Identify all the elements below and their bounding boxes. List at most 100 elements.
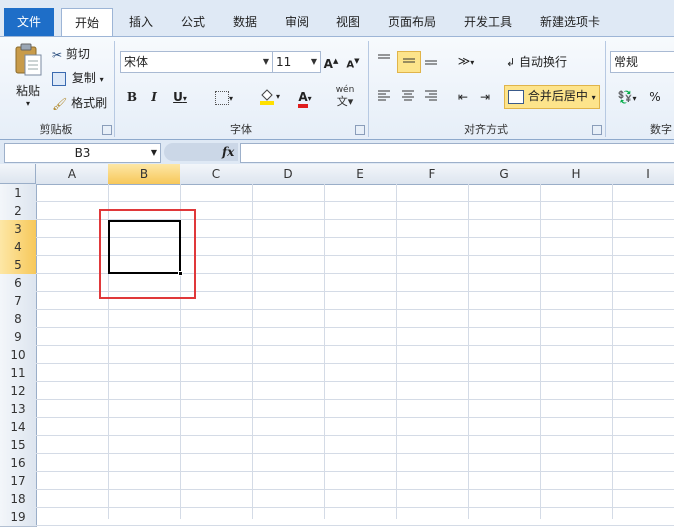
tab-page-layout[interactable]: 页面布局: [378, 8, 446, 36]
gridline: [36, 345, 674, 346]
row-header-17[interactable]: 17: [0, 472, 37, 491]
chevron-down-icon: ▾: [470, 58, 475, 67]
cut-button[interactable]: ✂ 剪切: [52, 45, 90, 62]
select-all-corner[interactable]: [0, 164, 36, 184]
fill-color-button[interactable]: ▾: [254, 87, 284, 107]
row-header-9[interactable]: 9: [0, 328, 37, 347]
accounting-format-button[interactable]: 💱▾: [612, 87, 642, 107]
tab-new[interactable]: 新建选项卡: [530, 8, 610, 36]
italic-button[interactable]: I: [146, 87, 162, 107]
row-header-8[interactable]: 8: [0, 310, 37, 329]
paste-button[interactable]: 粘贴 ▾: [10, 43, 46, 113]
row-header-13[interactable]: 13: [0, 400, 37, 419]
font-launcher-icon[interactable]: [355, 125, 365, 135]
row-header-14[interactable]: 14: [0, 418, 37, 437]
row-header-5[interactable]: 5: [0, 256, 37, 275]
chevron-down-icon: ▾: [591, 93, 596, 102]
column-header-h[interactable]: H: [540, 164, 613, 185]
underline-button[interactable]: U▾: [168, 87, 192, 107]
font-group-label: 字体: [230, 123, 252, 136]
fx-button[interactable]: fx: [222, 143, 234, 161]
row-header-7[interactable]: 7: [0, 292, 37, 311]
column-header-c[interactable]: C: [180, 164, 253, 185]
percent-button[interactable]: %: [646, 87, 664, 107]
grow-font-button[interactable]: A▲: [322, 51, 340, 71]
align-bottom-button[interactable]: [422, 51, 440, 71]
ribbon-home: 粘贴 ▾ ✂ 剪切 复制 ▾ 🖌 格式刷 剪贴板 宋体 ▼ 11 ▼ A▲ A▼ B…: [0, 36, 674, 140]
column-header-f[interactable]: F: [396, 164, 469, 185]
shrink-font-button[interactable]: A▼: [344, 51, 362, 71]
tab-insert[interactable]: 插入: [116, 8, 166, 36]
orientation-button[interactable]: ≫▾: [452, 51, 480, 71]
copy-button[interactable]: 复制 ▾: [52, 69, 104, 86]
row-header-11[interactable]: 11: [0, 364, 37, 383]
borders-button[interactable]: ▾: [210, 87, 238, 107]
indent-icon: ⇥: [479, 90, 491, 104]
title-strip: [0, 0, 674, 8]
align-top-button[interactable]: [375, 51, 393, 71]
align-middle-icon: [403, 58, 415, 63]
cut-label: 剪切: [65, 47, 90, 61]
phonetic-button[interactable]: wén 文▾: [330, 85, 360, 107]
outdent-icon: ⇤: [457, 90, 469, 104]
align-bottom-icon: [425, 60, 437, 65]
column-header-a[interactable]: A: [36, 164, 109, 185]
gridline: [540, 184, 541, 519]
wrap-text-label: 自动换行: [519, 55, 568, 69]
tab-formulas[interactable]: 公式: [168, 8, 218, 36]
chevron-down-icon: ▾: [275, 92, 280, 101]
number-format-combo[interactable]: 常规: [610, 51, 674, 73]
clipboard-launcher-icon[interactable]: [102, 125, 112, 135]
gridline: [324, 184, 325, 519]
row-header-3[interactable]: 3: [0, 220, 37, 239]
font-size-combo[interactable]: 11 ▼: [272, 51, 321, 73]
annotation-highlight-box: [99, 209, 196, 299]
row-header-19[interactable]: 19: [0, 508, 37, 527]
formula-input[interactable]: [240, 143, 674, 163]
align-center-button[interactable]: [399, 87, 417, 107]
decrease-indent-button[interactable]: ⇤: [454, 87, 472, 107]
formula-controls: fx: [164, 143, 238, 161]
row-header-18[interactable]: 18: [0, 490, 37, 509]
align-left-button[interactable]: [375, 87, 393, 107]
font-name-combo[interactable]: 宋体 ▼: [120, 51, 273, 73]
column-header-b[interactable]: B: [108, 164, 181, 185]
tab-data[interactable]: 数据: [220, 8, 270, 36]
column-header-e[interactable]: E: [324, 164, 397, 185]
gridline: [612, 184, 613, 519]
row-header-15[interactable]: 15: [0, 436, 37, 455]
chevron-down-icon[interactable]: ▼: [151, 144, 157, 162]
row-header-1[interactable]: 1: [0, 184, 37, 203]
merge-center-label: 合并后居中: [527, 89, 588, 103]
row-header-10[interactable]: 10: [0, 346, 37, 365]
gridline: [36, 453, 674, 454]
tab-developer[interactable]: 开发工具: [454, 8, 522, 36]
name-box[interactable]: B3 ▼: [4, 143, 161, 163]
align-middle-button[interactable]: [397, 51, 421, 73]
tab-home[interactable]: 开始: [61, 8, 113, 39]
row-header-2[interactable]: 2: [0, 202, 37, 221]
row-header-12[interactable]: 12: [0, 382, 37, 401]
ribbon-tab-bar: 文件 开始 插入 公式 数据 审阅 视图 页面布局 开发工具 新建选项卡: [0, 8, 674, 39]
gridline: [252, 184, 253, 519]
fill-bucket-icon: [259, 89, 274, 105]
tab-review[interactable]: 审阅: [272, 8, 322, 36]
alignment-launcher-icon[interactable]: [592, 125, 602, 135]
tab-view[interactable]: 视图: [324, 8, 372, 36]
tab-file[interactable]: 文件: [4, 8, 54, 36]
increase-indent-button[interactable]: ⇥: [476, 87, 494, 107]
gridline: [36, 327, 674, 328]
column-header-d[interactable]: D: [252, 164, 325, 185]
row-header-4[interactable]: 4: [0, 238, 37, 257]
align-right-button[interactable]: [422, 87, 440, 107]
bold-button[interactable]: B: [124, 87, 140, 107]
column-header-i[interactable]: I: [612, 164, 674, 185]
row-header-6[interactable]: 6: [0, 274, 37, 293]
merge-center-button[interactable]: 合并后居中 ▾: [504, 85, 600, 109]
currency-icon: 💱: [617, 90, 633, 104]
column-header-g[interactable]: G: [468, 164, 541, 185]
format-painter-button[interactable]: 🖌 格式刷: [52, 94, 107, 111]
row-header-16[interactable]: 16: [0, 454, 37, 473]
wrap-text-button[interactable]: ↲ 自动换行: [506, 53, 567, 70]
font-color-button[interactable]: A▾: [290, 87, 320, 108]
